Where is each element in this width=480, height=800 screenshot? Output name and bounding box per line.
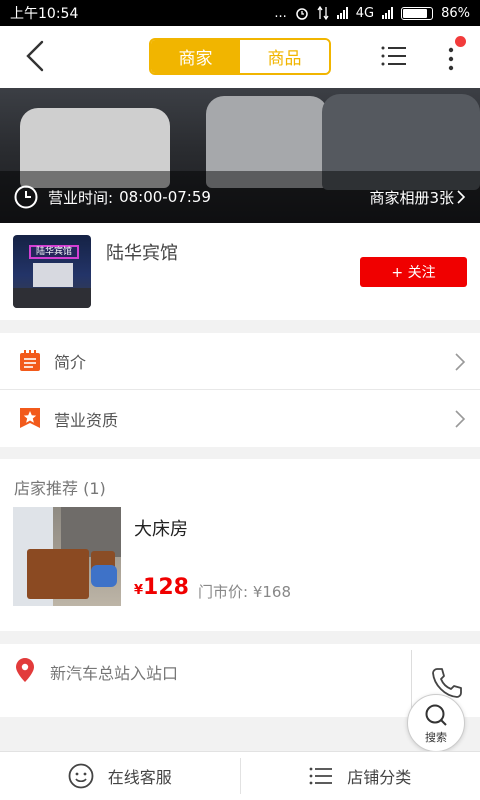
shop-banner-photo[interactable]: 营业时间: 08:00-07:59 商家相册3张 xyxy=(0,88,480,223)
list-item-business-license[interactable]: 营业资质 xyxy=(0,390,480,447)
bottom-toolbar: 在线客服 店铺分类 xyxy=(0,751,480,800)
list-item-intro[interactable]: 简介 xyxy=(0,333,480,390)
search-icon xyxy=(425,704,447,726)
chevron-right-icon xyxy=(457,190,466,204)
list-item-label: 营业资质 xyxy=(54,410,119,430)
search-button[interactable]: 搜索 xyxy=(407,694,465,752)
shop-header: 陆华宾馆 陆华宾馆 + 关注 xyxy=(0,223,480,320)
signal-icon-2 xyxy=(382,7,394,19)
back-arrow-icon[interactable] xyxy=(18,38,54,74)
battery-icon xyxy=(401,6,434,20)
battery-percent: 86% xyxy=(441,5,470,21)
shop-logo-image: 陆华宾馆 xyxy=(13,235,91,308)
status-time: 上午10:54 xyxy=(10,6,79,22)
notepad-icon xyxy=(20,350,40,371)
list-menu-icon[interactable] xyxy=(380,42,408,70)
business-hours-value: 08:00-07:59 xyxy=(119,188,211,206)
address-text: 新汽车总站入站口 xyxy=(50,664,179,683)
top-nav-bar: 商家 商品 xyxy=(0,26,480,88)
banner-info-bar: 营业时间: 08:00-07:59 商家相册3张 xyxy=(0,171,480,223)
tab-merchant[interactable]: 商家 xyxy=(151,40,240,73)
network-type: 4G xyxy=(355,5,375,21)
divider xyxy=(411,650,412,710)
alarm-icon xyxy=(295,8,308,20)
clock-icon xyxy=(14,185,38,209)
product-price: ¥128 xyxy=(134,575,189,600)
shop-categories-button[interactable]: 店铺分类 xyxy=(241,752,480,800)
segmented-tabs: 商家 商品 xyxy=(149,38,331,75)
shop-categories-label: 店铺分类 xyxy=(347,768,412,787)
shop-info-list: 简介 营业资质 xyxy=(0,333,480,447)
smiley-chat-icon xyxy=(68,763,94,789)
market-price: 门市价: ¥168 xyxy=(198,583,291,601)
chevron-right-icon xyxy=(455,410,466,428)
signal-icon xyxy=(336,7,348,19)
shop-address-row[interactable]: 新汽车总站入站口 xyxy=(0,644,480,717)
album-text: 商家相册3张 xyxy=(369,188,454,207)
status-bar: 上午10:54 ... 4G 86% xyxy=(0,0,480,26)
product-name[interactable]: 大床房 xyxy=(134,515,188,541)
notification-dot xyxy=(455,36,466,47)
recommend-title: 店家推荐 (1) xyxy=(14,479,106,498)
list-icon xyxy=(309,767,333,785)
location-pin-icon xyxy=(16,658,34,682)
star-badge-icon xyxy=(20,408,40,428)
follow-button[interactable]: + 关注 xyxy=(360,257,467,287)
tab-products[interactable]: 商品 xyxy=(240,40,329,73)
data-transfer-icon xyxy=(317,6,329,20)
shop-name: 陆华宾馆 xyxy=(106,243,178,264)
more-options-button[interactable] xyxy=(440,36,470,76)
chevron-right-icon xyxy=(455,353,466,371)
price-currency: ¥ xyxy=(134,583,144,598)
shop-recommendations: 店家推荐 (1) 大床房 ¥128 门市价: ¥168 xyxy=(0,459,480,631)
list-item-label: 简介 xyxy=(54,353,87,372)
online-service-button[interactable]: 在线客服 xyxy=(0,752,240,800)
search-label: 搜索 xyxy=(425,730,447,744)
online-service-label: 在线客服 xyxy=(107,768,172,787)
more-dots: ... xyxy=(274,5,287,21)
album-link[interactable]: 商家相册3张 xyxy=(369,187,466,208)
price-value: 128 xyxy=(143,575,189,600)
product-image[interactable] xyxy=(13,507,121,606)
business-hours-label: 营业时间: xyxy=(48,188,114,207)
shop-sign: 陆华宾馆 xyxy=(29,245,79,259)
